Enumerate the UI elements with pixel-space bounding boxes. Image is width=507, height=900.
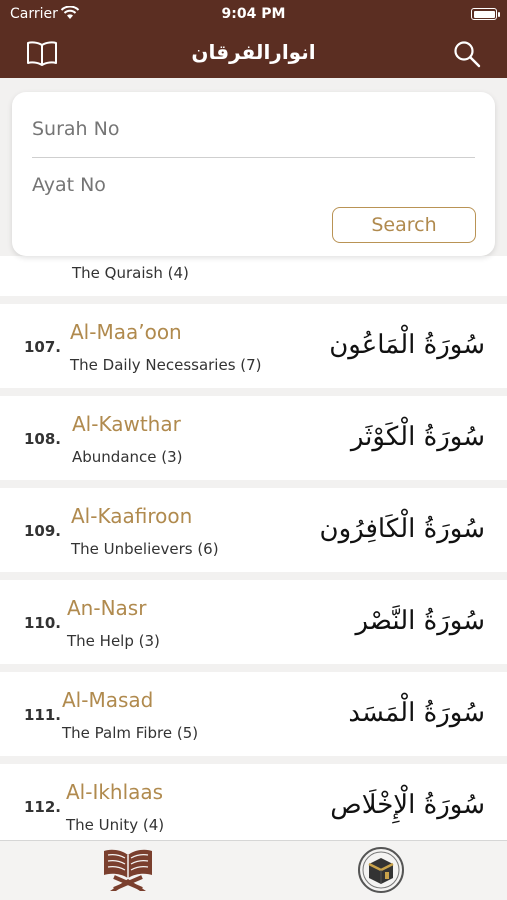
list-item[interactable]: 112. Al-Ikhlaas The Unity (4) سُورَةُ ال… [0,764,507,840]
surah-meaning: The Palm Fibre (5) [62,724,199,742]
surah-number: 108. [24,430,62,448]
surah-number: 109. [24,522,62,540]
list-item[interactable]: 109. Al-Kaafiroon The Unbelievers (6) سُ… [0,488,507,572]
surah-arabic-name: سُورَةُ الْإِخْلَاص [330,790,485,820]
search-button[interactable]: Search [332,207,476,243]
surah-arabic-name: سُورَةُ النَّصْر [355,606,485,636]
surah-number-input[interactable] [32,114,475,144]
surah-meaning: The Unity (4) [66,816,165,834]
surah-name: Al-Ikhlaas [66,780,164,804]
list-item[interactable]: 111. Al-Masad The Palm Fibre (5) سُورَةُ… [0,672,507,756]
ayat-number-input[interactable] [32,170,475,200]
field-divider [32,157,475,158]
surah-arabic-name: سُورَةُ الْكَوْثَر [350,422,485,452]
surah-meaning: Abundance (3) [72,448,183,466]
surah-name: Al-Kawthar [72,412,181,436]
surah-name: An-Nasr [67,596,147,620]
surah-arabic-name: سُورَةُ الْمَاعُون [329,330,485,360]
surah-arabic-name: سُورَةُ الْكَافِرُون [319,514,485,544]
surah-meaning: The Help (3) [67,632,160,650]
navbar: انوارالفرقان [0,28,507,78]
app-title: انوارالفرقان [191,40,316,64]
surah-meaning: The Quraish (4) [72,264,189,282]
surah-number: 110. [24,614,62,632]
quran-book-icon[interactable] [100,845,156,893]
search-icon[interactable] [453,40,481,68]
surah-number: 107. [24,338,62,356]
surah-meaning: The Daily Necessaries (7) [70,356,262,374]
list-item[interactable]: 107. Al-Maa’oon The Daily Necessaries (7… [0,304,507,388]
status-time: 9:04 PM [221,6,286,22]
tab-bar [0,840,507,900]
battery-icon [471,8,500,20]
search-card: Search [12,92,495,256]
surah-number: 112. [24,798,62,816]
header: Carrier 9:04 PM انوارالفرقان [0,0,507,78]
surah-number: 111. [24,706,62,724]
surah-meaning: The Unbelievers (6) [71,540,219,558]
surah-arabic-name: سُورَةُ الْمَسَد [348,698,485,728]
surah-name: Al-Masad [62,688,154,712]
list-item[interactable]: 110. An-Nasr The Help (3) سُورَةُ النَّص… [0,580,507,664]
status-bar: Carrier 9:04 PM [0,0,507,28]
surah-name: Al-Maa’oon [70,320,182,344]
list-item[interactable]: 108. Al-Kawthar Abundance (3) سُورَةُ ال… [0,396,507,480]
surah-name: Al-Kaafiroon [71,504,193,528]
surah-list[interactable]: The Quraish (4) 107. Al-Maa’oon The Dail… [0,256,507,840]
kaaba-icon[interactable] [356,845,406,895]
list-item[interactable]: The Quraish (4) [0,256,507,296]
